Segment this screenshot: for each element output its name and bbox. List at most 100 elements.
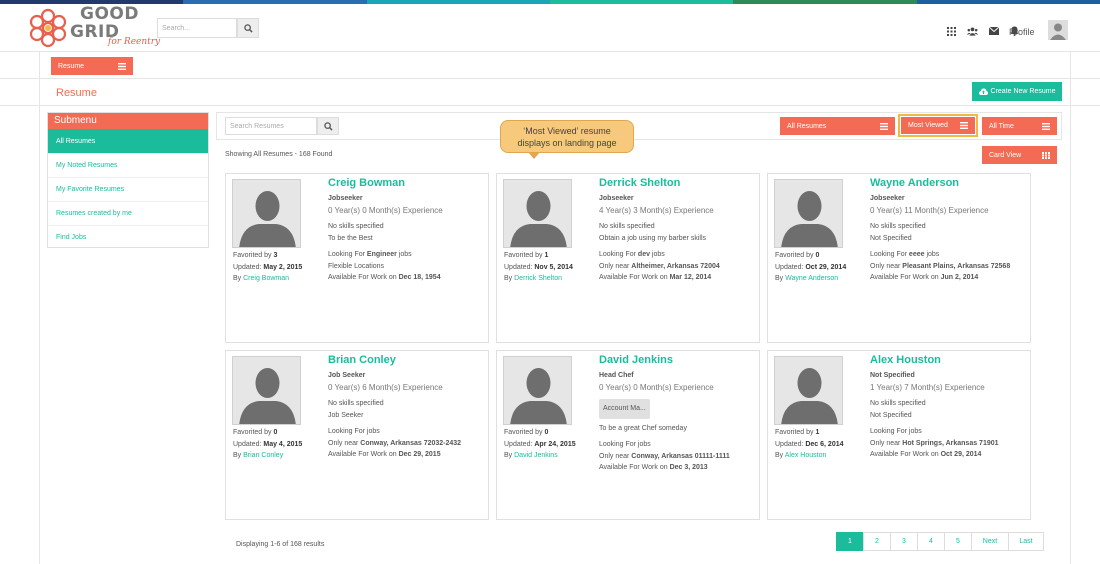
page-link[interactable]: 1 [836,532,864,551]
candidate-name-link[interactable]: Alex Houston [870,354,1028,370]
sidebar-item-favorite-resumes[interactable]: My Favorite Resumes [48,177,208,201]
create-new-resume-button[interactable]: Create New Resume [972,82,1062,101]
updated-value: Nov 5, 2014 [534,263,573,271]
profile-photo[interactable] [503,356,572,425]
site-logo[interactable]: GOOD GRID for Reentry [28,6,160,50]
availability: Available For Work on Dec 29, 2015 [328,449,486,461]
looking-text: Looking For jobs [328,428,380,435]
profile-photo[interactable] [232,179,301,248]
candidate-name-link[interactable]: David Jenkins [599,354,757,370]
favorited-label: Favorited by [775,252,816,259]
grid-icon[interactable] [946,26,957,36]
view-mode-dropdown[interactable]: Card View [982,146,1057,164]
author-link[interactable]: Creig Bowman [243,275,289,282]
looking-text: Looking For [870,251,909,258]
filter-all-resumes-dropdown[interactable]: All Resumes [780,117,895,135]
search-icon [323,121,333,131]
location-text: Only near [870,262,903,270]
resume-card[interactable]: Favorited by 0 Updated: Apr 24, 2015 By Da… [496,350,760,520]
looking-job: Engineer [366,251,397,258]
updated-label: Updated: [504,440,535,448]
availability: Available For Work on Jun 2, 2014 [870,272,1028,284]
summary-line: No skills specified [328,400,384,407]
sidebar-item-all-resumes[interactable]: All Resumes [48,129,208,153]
header-search-button[interactable] [237,18,259,38]
looking-for: Looking For eeee jobs [870,249,1028,261]
updated-value: Dec 6, 2014 [805,440,844,448]
page-link[interactable]: 3 [890,532,918,551]
favorited-count: Favorited by 1 [504,250,573,262]
profile-link[interactable]: Profile [1009,27,1035,37]
candidate-name-link[interactable]: Creig Bowman [328,177,486,193]
summary-line: Not Specified [870,234,912,242]
hamburger-icon [1042,122,1050,130]
page-link[interactable]: 2 [863,532,891,551]
card-info: Wayne Anderson Jobseeker 0 Year(s) 11 Mont… [870,177,1028,284]
looking-for: Looking For jobs [599,439,757,451]
sort-most-viewed-dropdown[interactable]: Most Viewed [901,117,975,134]
candidate-name-link[interactable]: Derrick Shelton [599,177,757,193]
profile-photo[interactable] [774,179,843,248]
resume-card[interactable]: Favorited by 1 Updated: Nov 5, 2014 By Der… [496,173,760,343]
author-link[interactable]: Derrick Shelton [514,275,562,282]
profile-photo[interactable] [774,356,843,425]
resume-card[interactable]: Favorited by 3 Updated: May 2, 2015 By Cre… [225,173,489,343]
sidebar-item-find-jobs[interactable]: Find Jobs [48,225,208,249]
resume-card[interactable]: Favorited by 1 Updated: Dec 6, 2014 By Ale… [767,350,1031,520]
card-meta: Favorited by 3 Updated: May 2, 2015 By Cre… [233,250,302,285]
page-link[interactable]: 5 [944,532,972,551]
search-icon [243,23,253,33]
summary-line: No skills specified [599,223,655,230]
candidate-name-link[interactable]: Brian Conley [328,354,486,370]
author-link[interactable]: Alex Houston [785,452,827,459]
sub-navigation-bar [0,52,1100,79]
pagination: 1 2 3 4 5 Next Last [836,532,1044,551]
profile-photo[interactable] [232,356,301,425]
looking-for: Looking For Engineer jobs [328,249,486,261]
favorited-label: Favorited by [233,429,274,436]
filter-time-dropdown[interactable]: All Time [982,117,1057,135]
looking-suffix: jobs [924,251,940,258]
location: Only near Pleasant Plains, Arkansas 7256… [870,261,1028,273]
location: Only near Conway, Arkansas 01111-1111 [599,451,757,463]
skill-tag[interactable]: Account Ma... [599,399,650,419]
availability: Available For Work on Dec 18, 1954 [328,272,486,284]
card-meta: Favorited by 1 Updated: Dec 6, 2014 By Ale… [775,427,844,462]
location-text: Only near [870,439,903,447]
sidebar-item-noted-resumes[interactable]: My Noted Resumes [48,153,208,177]
favorited-count: Favorited by 1 [775,427,844,439]
author-link[interactable]: Brian Conley [243,452,283,459]
location: Only near Hot Springs, Arkansas 71901 [870,438,1028,450]
looking-text: Looking For jobs [599,441,651,448]
card-meta: Favorited by 0 Updated: Apr 24, 2015 By Da… [504,427,576,462]
profile-photo[interactable] [503,179,572,248]
resume-menu-dropdown[interactable]: Resume [51,57,133,75]
author-link[interactable]: David Jenkins [514,452,558,459]
search-resumes-input[interactable]: Search Resumes [225,117,317,135]
availability-text: Available For Work on [328,451,399,458]
updated-label: Updated: [775,263,806,271]
avatar[interactable] [1048,20,1068,40]
search-resumes-button[interactable] [317,117,339,135]
summary-line: Job Seeker [328,411,364,419]
callout-line-2: displays on landing page [517,138,617,148]
author-link[interactable]: Wayne Anderson [785,275,838,282]
experience: 1 Year(s) 7 Month(s) Experience [870,382,985,392]
page-title: Resume [56,87,97,99]
page-link[interactable]: 4 [917,532,945,551]
updated-value: May 2, 2015 [263,263,303,271]
sidebar-item-created-by-me[interactable]: Resumes created by me [48,201,208,225]
availability-date: Oct 29, 2014 [940,451,982,458]
callout-line-1: ‘Most Viewed’ resume [523,126,611,136]
header-search-input[interactable]: Search... [157,18,237,38]
envelope-icon[interactable] [988,26,999,36]
location-text: Only near [599,452,632,460]
candidate-name-link[interactable]: Wayne Anderson [870,177,1028,193]
favorited-value: 0 [544,429,549,436]
last-page-button[interactable]: Last [1008,532,1044,551]
resume-card[interactable]: Favorited by 0 Updated: May 4, 2015 By Bri… [225,350,489,520]
users-icon[interactable] [967,26,978,36]
next-page-button[interactable]: Next [971,532,1009,551]
resume-card[interactable]: Favorited by 0 Updated: Oct 29, 2014 By Wa… [767,173,1031,343]
availability-text: Available For Work on [328,274,399,281]
